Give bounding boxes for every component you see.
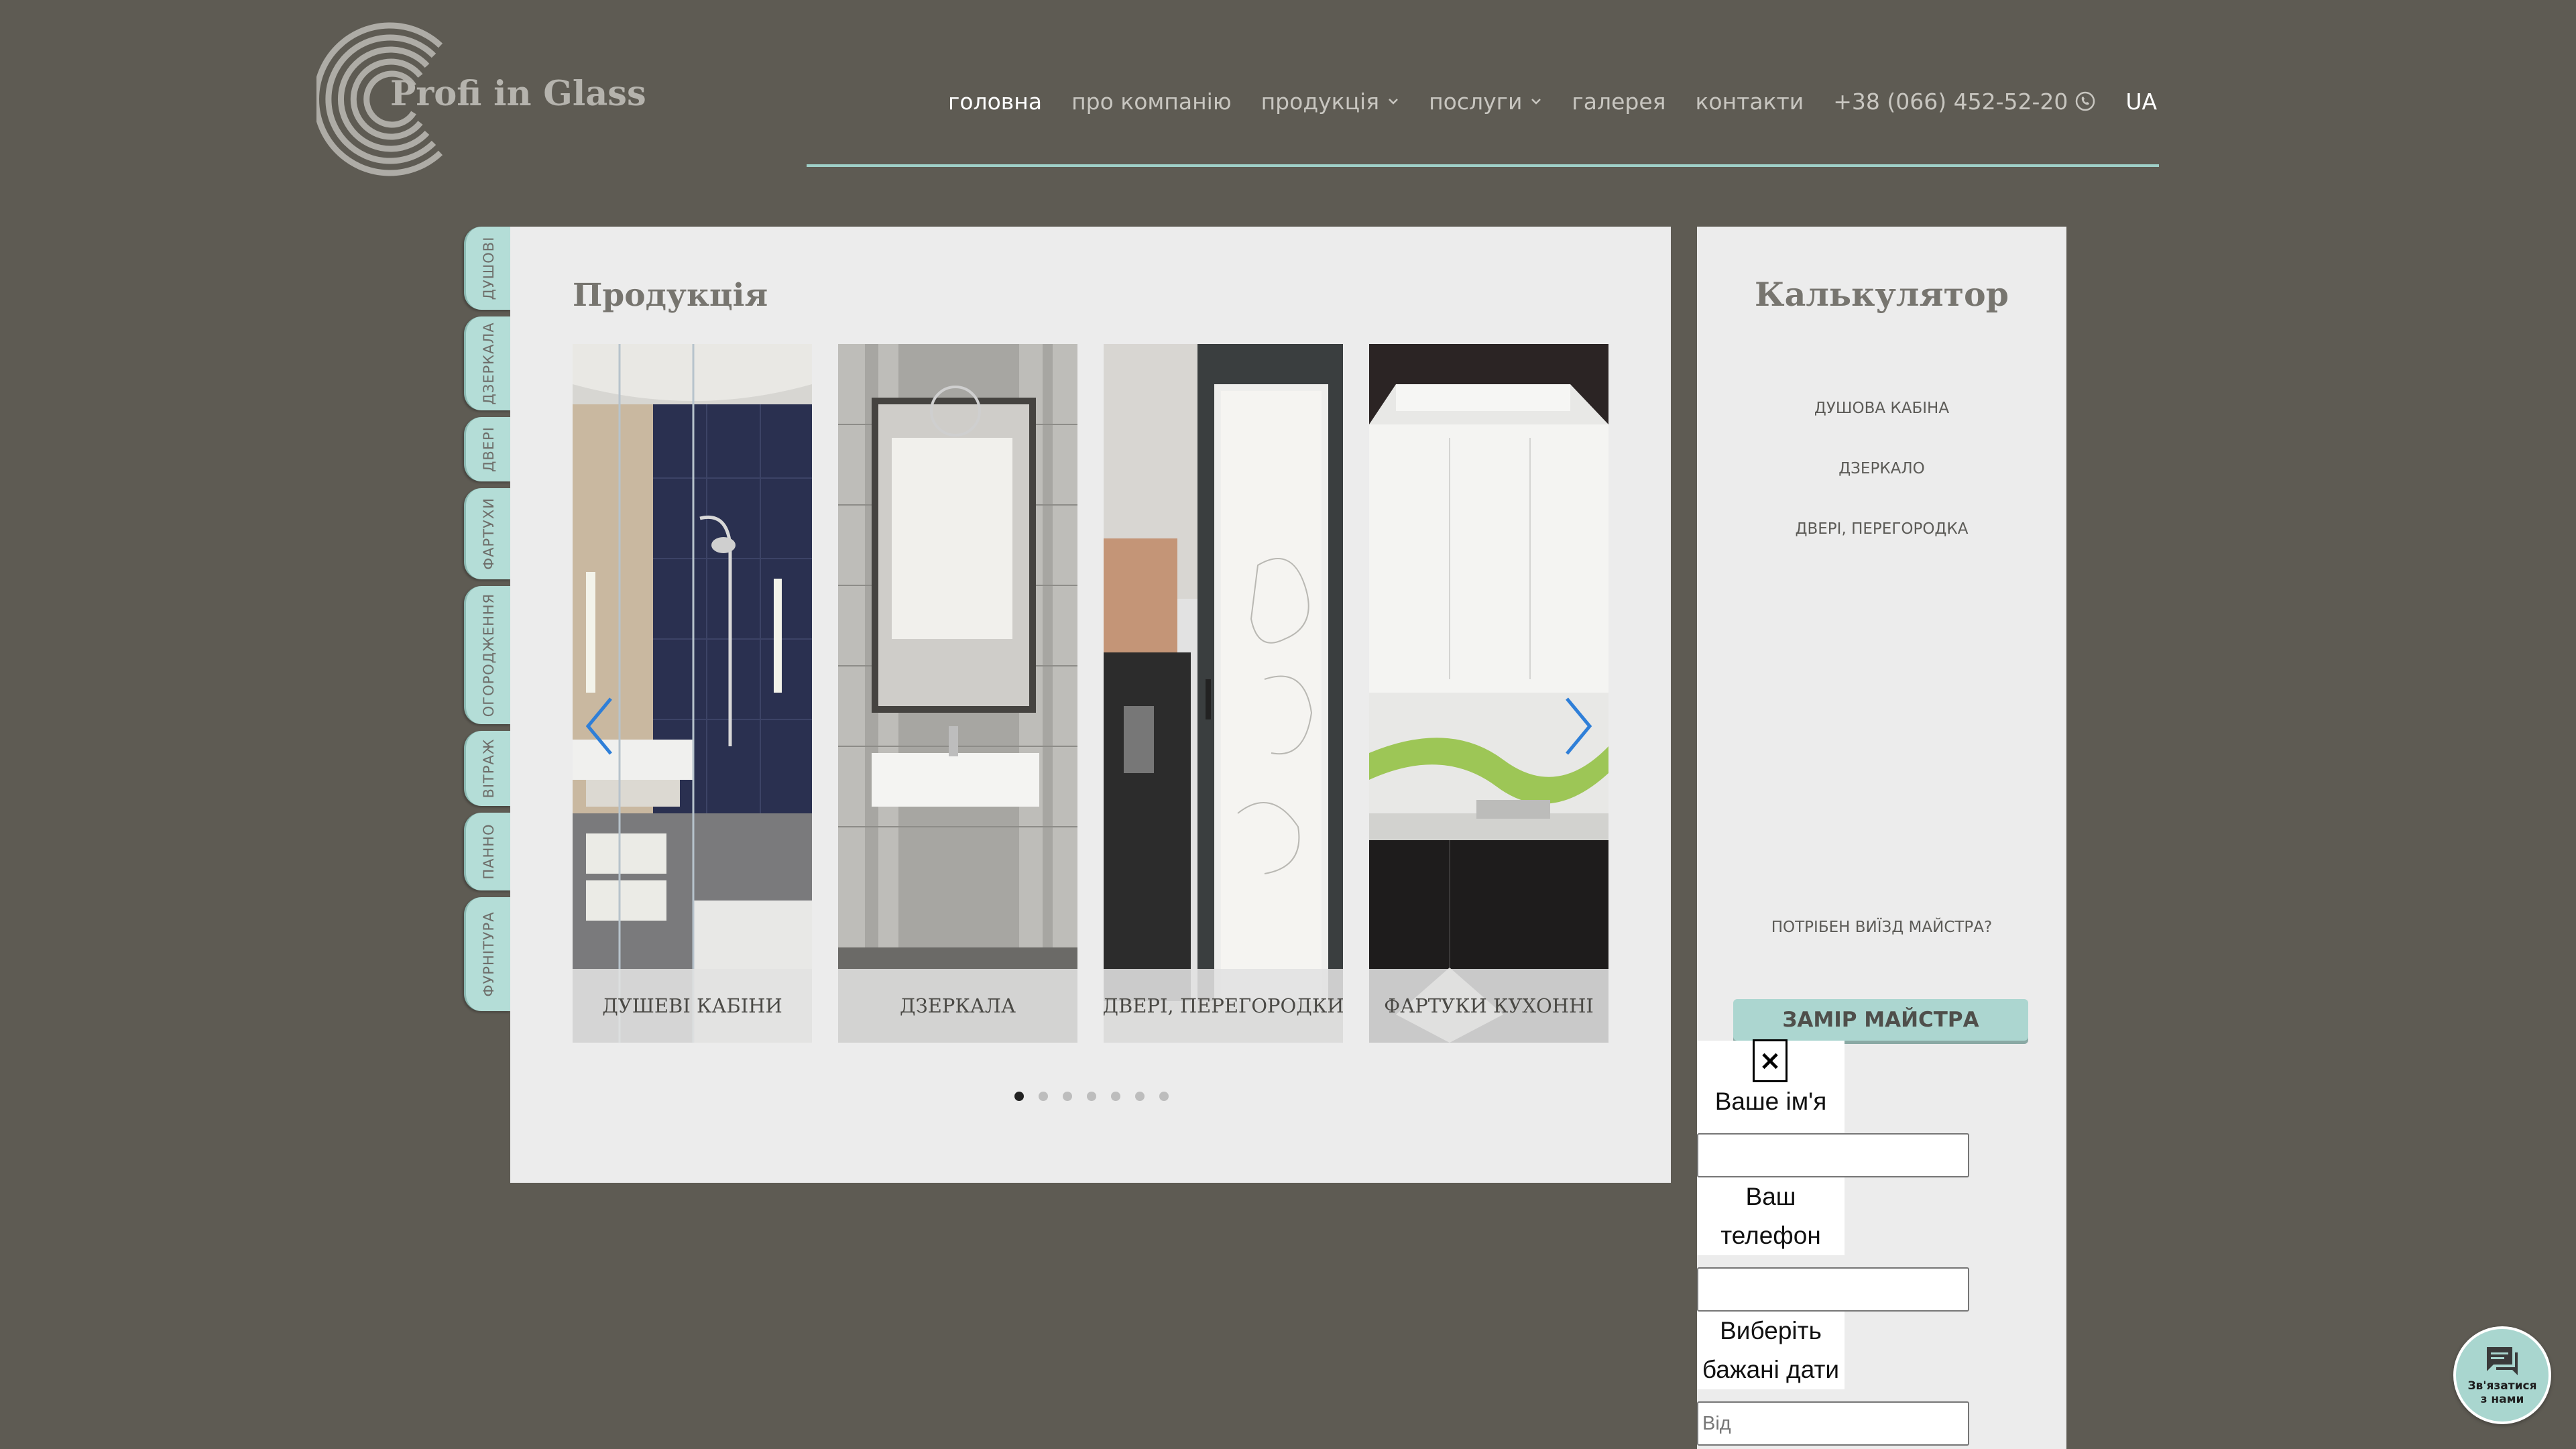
nav-services[interactable]: послуги [1429,89,1542,115]
nav-contacts[interactable]: контакти [1695,89,1804,115]
side-tab-fittings[interactable]: ФУРНІТУРА [464,897,511,1011]
language-switcher[interactable]: UA [2125,89,2157,115]
main-nav: головна про компанію продукція послуги г… [948,84,2157,118]
logo-text: Profi in Glass [390,74,646,114]
product-card-kitchen-aprons[interactable]: ФАРТУКИ КУХОННІ [1369,344,1608,1043]
chat-label: Зв'язатися з нами [2467,1379,2537,1406]
card-caption-text: ДЗЕРКАЛА [900,994,1016,1017]
name-input[interactable] [1697,1133,1969,1177]
calc-link-shower[interactable]: ДУШОВА КАБІНА [1697,400,2066,417]
form-close-button[interactable]: × [1753,1039,1788,1082]
side-tab-stained-glass[interactable]: ВІТРАЖ [464,731,511,806]
card-caption-text: ДВЕРІ, ПЕРЕГОРОДКИ [1104,994,1343,1017]
nav-home-label: головна [948,88,1043,115]
mirror-image [838,344,1077,1043]
side-tab-label: ДЗЕРКАЛА [480,322,497,405]
nav-gallery-label: галерея [1572,88,1666,115]
slider-next-arrow-icon[interactable] [1562,696,1595,756]
side-tab-label: ПАННО [480,823,497,880]
nav-about[interactable]: про компанію [1071,89,1232,115]
form-date-label-line2: бажані дати [1697,1350,1845,1389]
side-tab-label: ФАРТУХИ [480,498,497,570]
chevron-down-icon [1389,99,1398,105]
logo[interactable]: Profi in Glass [313,19,646,180]
nav-gallery[interactable]: галерея [1572,89,1665,115]
nav-services-label: послуги [1429,88,1523,115]
nav-divider [807,164,2159,167]
viber-icon [2076,91,2095,111]
slider-dot-2[interactable] [1039,1092,1048,1101]
card-caption: ФАРТУКИ КУХОННІ [1369,969,1608,1043]
side-tab-label: ОГОРОДЖЕННЯ [480,593,497,717]
slider-pagination [1014,1092,1183,1101]
slider-dot-1[interactable] [1014,1092,1024,1101]
products-title: Продукція [573,277,768,314]
side-tab-label: ДУШОВІ [480,236,497,300]
master-measure-button[interactable]: ЗАМІР МАЙСТРА [1733,999,2028,1041]
nav-products[interactable]: продукція [1261,89,1399,115]
slider-dot-4[interactable] [1087,1092,1096,1101]
calc-link-door[interactable]: ДВЕРІ, ПЕРЕГОРОДКА [1697,520,2066,538]
products-panel: Продукція ДУШЕВІ КАБІНИ ДЗЕРКАЛА ДВЕРІ, … [510,227,1671,1183]
side-tab-label: ВІТРАЖ [480,738,497,799]
side-tab-mirrors[interactable]: ДЗЕРКАЛА [464,316,511,410]
calculator-panel: Калькулятор ДУШОВА КАБІНА ДЗЕРКАЛО ДВЕРІ… [1697,227,2066,1449]
phone-number: +38 (066) 452-52-20 [1833,88,2068,115]
date-from-input[interactable] [1697,1401,1969,1446]
side-tab-doors[interactable]: ДВЕРІ [464,417,511,481]
calculator-title: Калькулятор [1755,275,2009,314]
form-phone-label-line1: Ваш [1697,1177,1845,1216]
side-tab-showers[interactable]: ДУШОВІ [464,227,511,310]
product-card-mirrors[interactable]: ДЗЕРКАЛА [838,344,1077,1043]
side-tab-fences[interactable]: ОГОРОДЖЕННЯ [464,586,511,724]
card-caption-text: ДУШЕВІ КАБІНИ [602,994,782,1017]
slider-dot-3[interactable] [1063,1092,1072,1101]
card-caption-text: ФАРТУКИ КУХОННІ [1384,994,1594,1017]
slider-dot-6[interactable] [1135,1092,1145,1101]
side-tab-label: ФУРНІТУРА [480,911,497,997]
nav-phone[interactable]: +38 (066) 452-52-20 [1833,89,2096,115]
calc-link-mirror[interactable]: ДЗЕРКАЛО [1697,460,2066,477]
product-card-doors[interactable]: ДВЕРІ, ПЕРЕГОРОДКИ [1104,344,1343,1043]
form-name-label: Ваше ім'я [1697,1082,1845,1122]
chat-icon [2487,1347,2518,1375]
kitchen-apron-image [1369,344,1608,1043]
side-tab-panels[interactable]: ПАННО [464,813,511,890]
chevron-down-icon [1531,99,1541,105]
card-caption: ДУШЕВІ КАБІНИ [573,969,812,1043]
chat-widget-button[interactable]: Зв'язатися з нами [2453,1326,2551,1424]
slider-dot-5[interactable] [1111,1092,1120,1101]
phone-input[interactable] [1697,1267,1969,1312]
nav-home[interactable]: головна [948,89,1042,115]
slider-dot-7[interactable] [1159,1092,1169,1101]
nav-about-label: про компанію [1071,88,1232,115]
form-phone-label-line2: телефон [1697,1216,1845,1255]
form-date-label-line1: Виберіть [1697,1312,1845,1350]
side-tab-label: ДВЕРІ [480,426,497,472]
side-tab-aprons[interactable]: ФАРТУХИ [464,488,511,579]
card-caption: ДЗЕРКАЛА [838,969,1077,1043]
shower-cabin-image [573,344,812,1043]
nav-products-label: продукція [1261,88,1380,115]
glass-door-image [1104,344,1343,1043]
nav-contacts-label: контакти [1695,88,1804,115]
product-card-showers[interactable]: ДУШЕВІ КАБІНИ [573,344,812,1043]
master-visit-question: ПОТРІБЕН ВИЇЗД МАЙСТРА? [1771,919,1993,936]
card-caption: ДВЕРІ, ПЕРЕГОРОДКИ [1104,969,1343,1043]
slider-prev-arrow-icon[interactable] [583,696,616,756]
